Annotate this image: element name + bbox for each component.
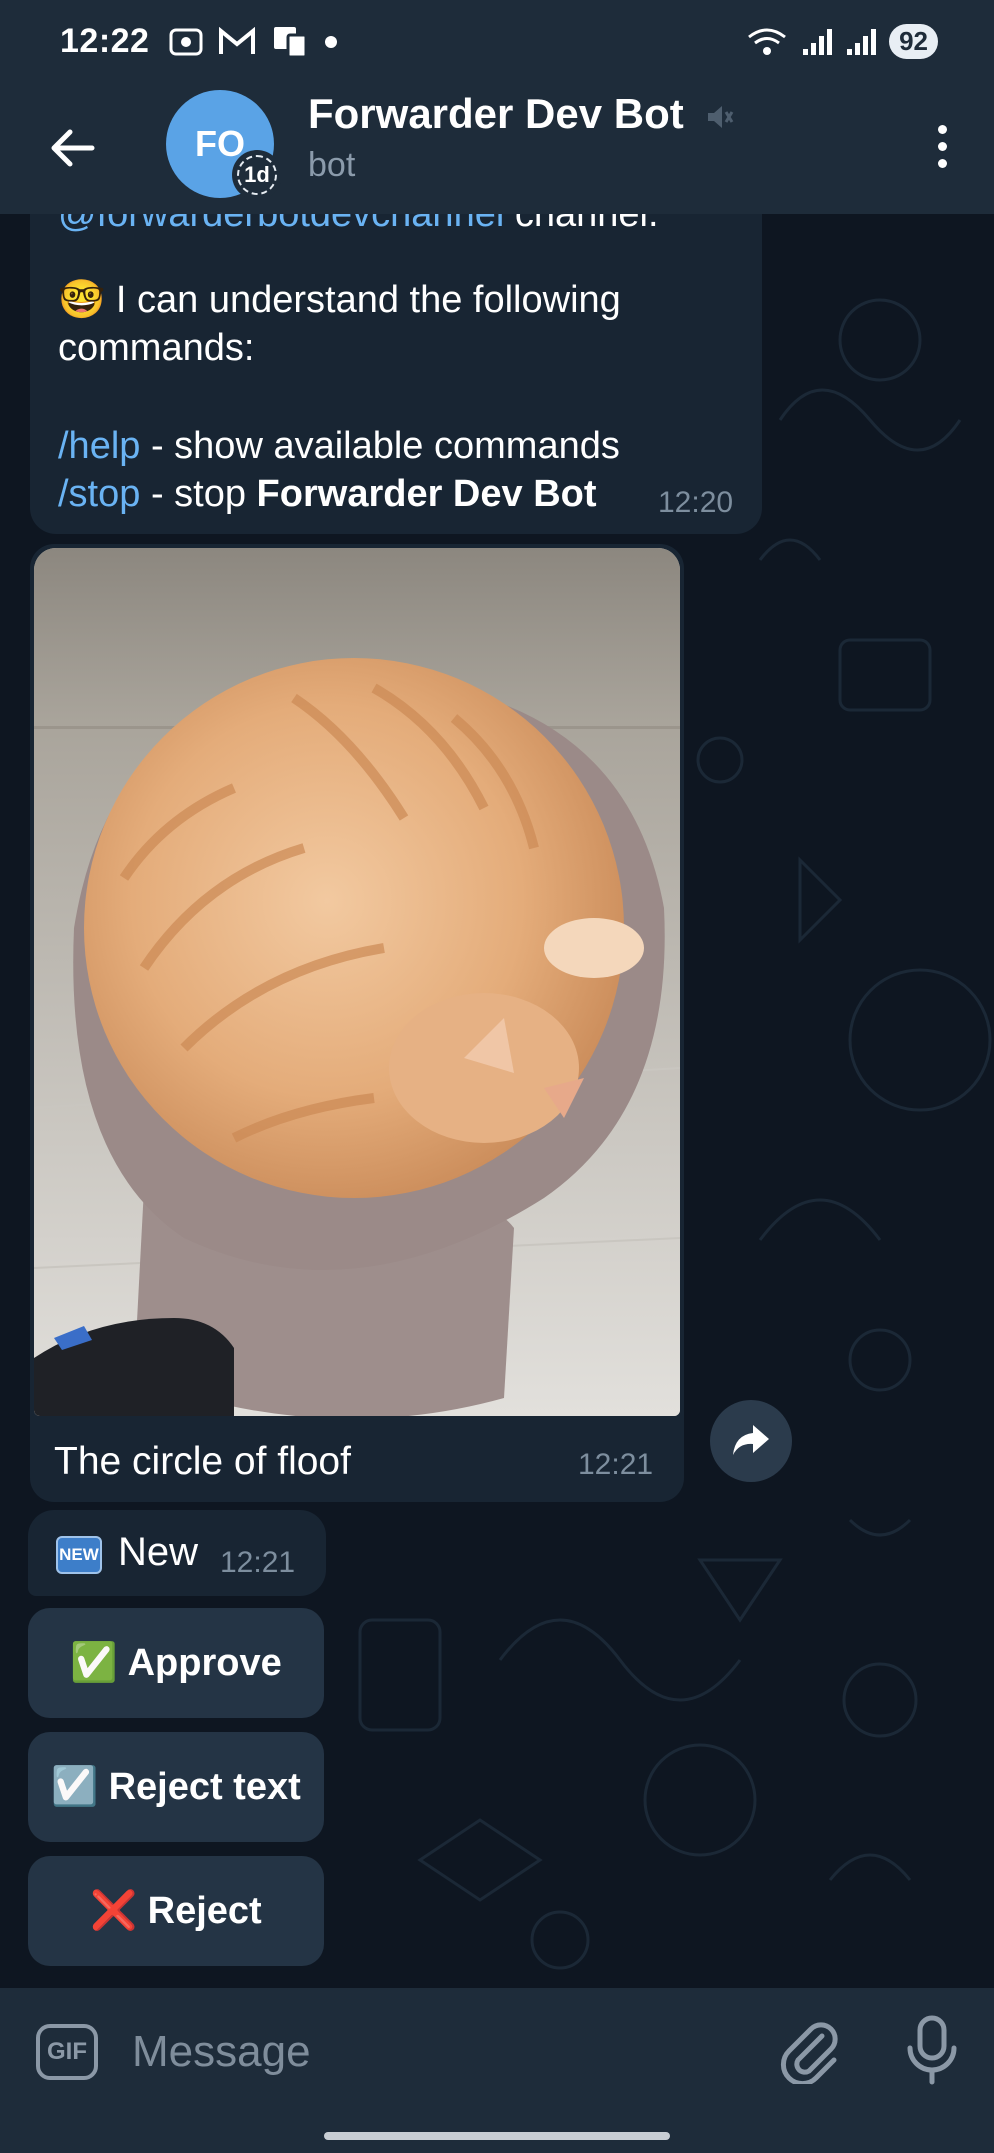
reject-button-label: Reject xyxy=(147,1889,262,1932)
dot-icon xyxy=(325,36,337,48)
forward-button[interactable] xyxy=(710,1400,792,1482)
reject-button[interactable]: ❌ Reject xyxy=(28,1856,324,1966)
message-time: 12:21 xyxy=(578,1448,654,1481)
back-button[interactable] xyxy=(40,116,104,180)
message-text: - show available commands xyxy=(140,425,620,467)
status-bar: 12:22 92 xyxy=(0,0,994,90)
notification-icon xyxy=(274,27,308,59)
chat-subtitle: bot xyxy=(308,146,356,184)
reject-text-button[interactable]: ☑️ Reject text xyxy=(28,1732,324,1842)
message-input-bar: GIF xyxy=(0,1988,994,2118)
mute-icon xyxy=(708,106,734,128)
check-mark-icon: ✅ xyxy=(70,1642,118,1684)
microphone-icon xyxy=(907,2015,957,2085)
message-line-commands: commands: xyxy=(58,327,255,369)
cat-photo[interactable] xyxy=(34,548,680,1416)
message-text: - stop xyxy=(140,473,257,515)
voice-message-button[interactable] xyxy=(904,2014,960,2091)
chat-title[interactable]: Forwarder Dev Bot xyxy=(308,90,684,138)
message-text: I can understand the following xyxy=(105,279,621,321)
checkbox-icon: ☑️ xyxy=(51,1766,99,1808)
message-photo[interactable]: The circle of floof 12:21 xyxy=(30,544,684,1502)
message-line-intro: 🤓 I can understand the following xyxy=(58,276,621,324)
photo-caption: The circle of floof xyxy=(54,1440,351,1483)
stop-command-link[interactable]: /stop xyxy=(58,473,140,515)
signal-icon xyxy=(803,28,833,55)
more-options-button[interactable] xyxy=(912,110,972,182)
story-badge-label: 1d xyxy=(237,155,277,195)
reject-text-button-label: Reject text xyxy=(108,1765,301,1808)
approve-button[interactable]: ✅ Approve xyxy=(28,1608,324,1718)
screenshot-icon xyxy=(169,28,203,56)
gmail-icon xyxy=(219,27,255,54)
status-system-icons: 92 xyxy=(745,24,938,59)
message-line-stop: /stop - stop Forwarder Dev Bot xyxy=(58,470,597,518)
help-command-link[interactable]: /help xyxy=(58,425,140,467)
cross-mark-icon: ❌ xyxy=(90,1890,138,1932)
story-badge: 1d xyxy=(232,150,282,200)
share-arrow-icon xyxy=(733,1425,769,1455)
nerd-face-icon: 🤓 xyxy=(58,279,106,321)
chat-header: FO 1d Forwarder Dev Bot bot xyxy=(0,90,994,214)
approve-button-label: Approve xyxy=(127,1641,282,1684)
home-gesture-handle[interactable] xyxy=(324,2132,670,2140)
system-nav-bar xyxy=(0,2118,994,2153)
message-time: 12:21 xyxy=(220,1546,296,1579)
battery-indicator: 92 xyxy=(889,24,938,59)
message-input[interactable] xyxy=(130,2016,734,2088)
message-time: 12:20 xyxy=(658,486,734,519)
message-line-help: /help - show available commands xyxy=(58,422,620,470)
new-badge-icon: NEW xyxy=(56,1536,102,1574)
arrow-left-icon xyxy=(51,129,95,167)
status-time: 12:22 xyxy=(60,22,150,60)
gif-button[interactable]: GIF xyxy=(36,2024,98,2080)
signal-icon xyxy=(847,28,877,55)
paperclip-icon xyxy=(780,2022,838,2087)
status-notification-icons xyxy=(168,22,338,62)
wifi-icon xyxy=(748,28,786,55)
cat-photo-image xyxy=(34,548,680,1416)
attach-button[interactable] xyxy=(776,2018,842,2089)
message-status[interactable]: NEW New 12:21 xyxy=(28,1510,326,1596)
message-bold-text: Forwarder Dev Bot xyxy=(256,473,597,515)
status-label: New xyxy=(118,1530,199,1574)
